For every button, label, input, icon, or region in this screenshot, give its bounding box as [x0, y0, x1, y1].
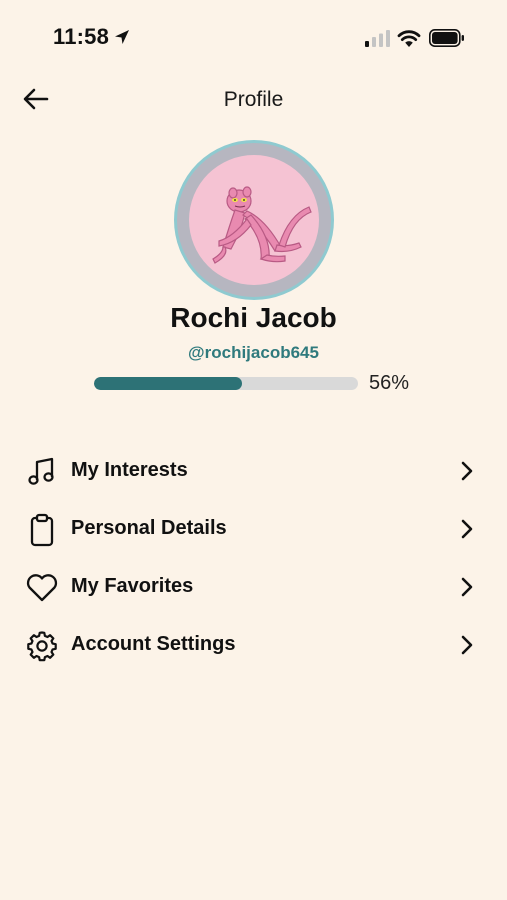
menu-item-label: My Favorites: [71, 575, 194, 597]
menu-item-label: Account Settings: [71, 633, 236, 655]
profile-name: Rochi Jacob: [170, 302, 337, 333]
cellular-signal-icon: [365, 30, 390, 47]
menu-item-my-interests[interactable]: My Interests: [0, 442, 507, 500]
status-bar: 11:58: [0, 0, 507, 78]
profile-progress-fill: [94, 377, 242, 390]
profile-handle: @rochijacob645: [188, 343, 319, 362]
status-time: 11:58: [53, 24, 110, 49]
page-title: Profile: [223, 88, 284, 111]
location-arrow-icon: [115, 30, 129, 44]
clipboard-icon: [30, 513, 54, 547]
menu-item-label: My Interests: [71, 459, 188, 481]
music-note-icon: [28, 457, 54, 485]
chevron-right-icon: [461, 577, 473, 597]
chevron-right-icon: [461, 461, 473, 481]
chevron-right-icon: [461, 519, 473, 539]
menu-item-label: Personal Details: [71, 517, 227, 539]
profile-progress-bar: [94, 377, 358, 390]
chevron-right-icon: [461, 635, 473, 655]
avatar: [174, 140, 334, 300]
heart-icon: [26, 574, 58, 602]
menu-item-my-favorites[interactable]: My Favorites: [0, 558, 507, 616]
menu-item-account-settings[interactable]: Account Settings: [0, 616, 507, 674]
profile-menu: My Interests Personal Details My Favorit…: [0, 442, 507, 674]
menu-item-personal-details[interactable]: Personal Details: [0, 500, 507, 558]
battery-icon: [429, 29, 464, 47]
header-bar: Profile: [0, 78, 507, 122]
gear-icon: [27, 631, 57, 662]
wifi-icon: [397, 30, 421, 47]
pink-panther-avatar-image: [212, 186, 312, 264]
profile-progress-label: 56%: [369, 372, 410, 394]
